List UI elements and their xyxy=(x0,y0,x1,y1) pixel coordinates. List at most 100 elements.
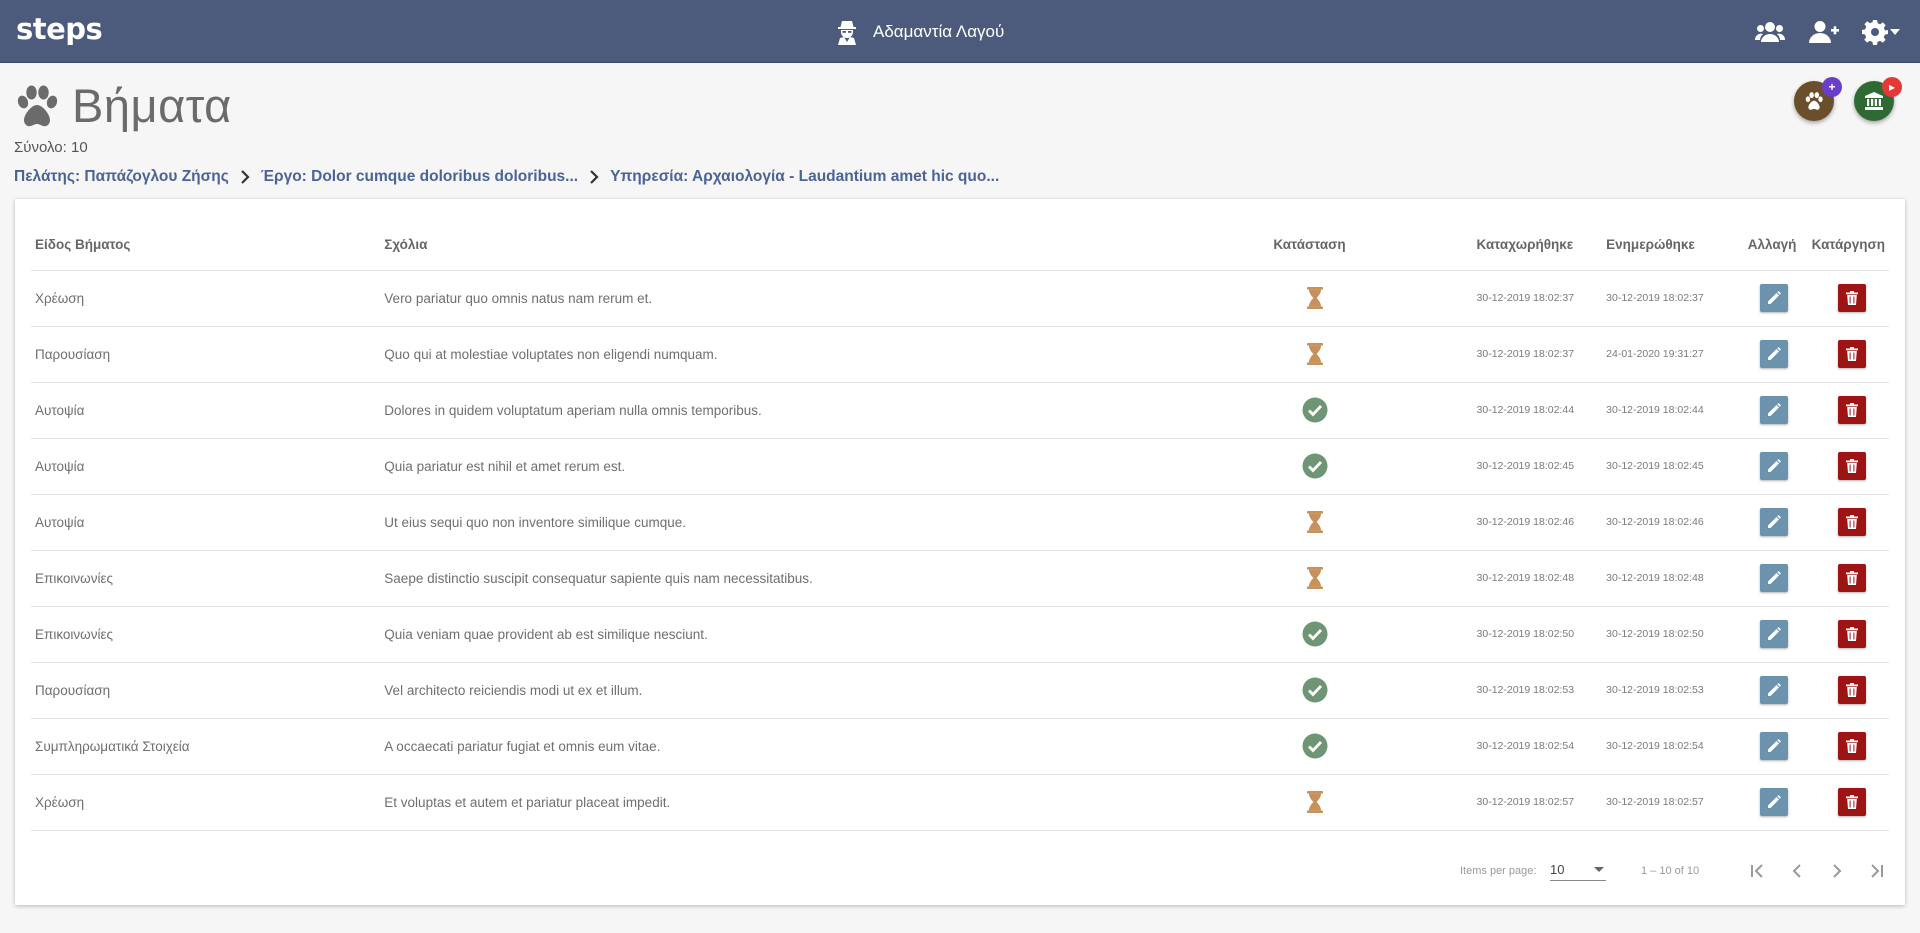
paw-icon xyxy=(17,85,58,126)
steps-table-card: Είδος Βήματος Σχόλια Κατάσταση Καταχωρήθ… xyxy=(15,199,1905,905)
check-circle-icon xyxy=(1302,453,1468,479)
trash-icon xyxy=(1845,795,1859,809)
table-row: Συμπληρωματικά Στοιχεία A occaecati paria… xyxy=(31,718,1889,775)
check-circle-icon xyxy=(1302,621,1468,647)
delete-button[interactable] xyxy=(1837,284,1866,312)
add-step-fab[interactable]: + xyxy=(1794,77,1842,121)
delete-button[interactable] xyxy=(1837,452,1866,480)
step-status xyxy=(1229,662,1473,719)
edit-cell xyxy=(1735,550,1806,607)
users-button[interactable] xyxy=(1754,16,1786,48)
add-user-button[interactable] xyxy=(1808,16,1840,48)
updated-date: 30-12-2019 18:02:53 xyxy=(1602,662,1736,719)
page-size-select[interactable]: 10 xyxy=(1550,859,1606,881)
breadcrumb-service[interactable]: Υπηρεσία: Αρχαιολογία - Laudantium amet … xyxy=(610,168,999,186)
check-circle-icon xyxy=(1302,733,1468,759)
step-comments: Ut eius sequi quo non inventore similiqu… xyxy=(380,494,1230,551)
step-type: Αυτοψία xyxy=(31,382,381,439)
gear-icon xyxy=(1862,20,1888,45)
updated-date: 30-12-2019 18:02:48 xyxy=(1602,550,1736,607)
created-date: 30-12-2019 18:02:37 xyxy=(1472,326,1603,383)
delete-button[interactable] xyxy=(1837,340,1866,368)
next-page-button[interactable] xyxy=(1823,857,1851,885)
page-title-text: Βήματα xyxy=(72,79,232,132)
last-page-button[interactable] xyxy=(1863,857,1891,885)
edit-cell xyxy=(1735,718,1806,775)
pencil-icon xyxy=(1767,795,1781,809)
settings-menu[interactable] xyxy=(1862,19,1900,45)
delete-button[interactable] xyxy=(1837,564,1866,592)
updated-date: 30-12-2019 18:02:50 xyxy=(1602,606,1736,663)
header-created: Καταχωρήθηκε xyxy=(1472,219,1603,271)
delete-button[interactable] xyxy=(1837,620,1866,648)
edit-button[interactable] xyxy=(1759,788,1788,816)
updated-date: 30-12-2019 18:02:57 xyxy=(1602,774,1736,831)
breadcrumb-project[interactable]: Έργο: Dolor cumque doloribus doloribus..… xyxy=(261,168,578,186)
edit-cell xyxy=(1735,382,1806,439)
updated-date: 30-12-2019 18:02:37 xyxy=(1602,270,1736,327)
prev-page-button[interactable] xyxy=(1783,857,1811,885)
delete-button[interactable] xyxy=(1837,676,1866,704)
brand-logo[interactable]: steps xyxy=(16,12,103,46)
user-name: Αδαμαντία Λαγού xyxy=(873,22,1005,41)
step-status xyxy=(1229,326,1473,383)
trash-icon xyxy=(1845,739,1859,753)
hourglass-icon xyxy=(1302,565,1468,591)
updated-date: 30-12-2019 18:02:44 xyxy=(1602,382,1736,439)
delete-button[interactable] xyxy=(1837,788,1866,816)
edit-button[interactable] xyxy=(1759,452,1788,480)
trash-icon xyxy=(1845,403,1859,417)
table-row: Παρουσίαση Vel architecto reiciendis modi… xyxy=(31,662,1889,719)
breadcrumb-client[interactable]: Πελάτης: Παπάζογλου Ζήσης xyxy=(14,168,229,186)
service-fab[interactable]: ▸ xyxy=(1854,77,1902,121)
header-type: Είδος Βήματος xyxy=(31,219,381,271)
table-row: Χρέωση Vero pariatur quo omnis natus nam … xyxy=(31,270,1889,327)
edit-button[interactable] xyxy=(1759,564,1788,592)
delete-cell xyxy=(1805,382,1889,439)
step-comments: Dolores in quidem voluptatum aperiam nul… xyxy=(380,382,1230,439)
delete-cell xyxy=(1805,438,1889,495)
step-type: Χρέωση xyxy=(31,774,381,831)
table-row: Αυτοψία Ut eius sequi quo non inventore s… xyxy=(31,494,1889,551)
table-row: Επικοινωνίες Quia veniam quae provident a… xyxy=(31,606,1889,663)
delete-button[interactable] xyxy=(1837,396,1866,424)
edit-button[interactable] xyxy=(1759,340,1788,368)
step-status xyxy=(1229,718,1473,775)
edit-cell xyxy=(1735,438,1806,495)
top-navbar: steps Αδαμαντία Λαγού xyxy=(0,0,1920,63)
edit-button[interactable] xyxy=(1759,396,1788,424)
step-type: Χρέωση xyxy=(31,270,381,327)
steps-table: Είδος Βήματος Σχόλια Κατάσταση Καταχωρήθ… xyxy=(31,219,1889,831)
edit-button[interactable] xyxy=(1759,676,1788,704)
chevron-right-icon xyxy=(588,170,600,184)
delete-cell xyxy=(1805,718,1889,775)
created-date: 30-12-2019 18:02:44 xyxy=(1472,382,1603,439)
edit-button[interactable] xyxy=(1759,620,1788,648)
edit-button[interactable] xyxy=(1759,508,1788,536)
delete-button[interactable] xyxy=(1837,508,1866,536)
delete-cell xyxy=(1805,606,1889,663)
step-type: Παρουσίαση xyxy=(31,662,381,719)
created-date: 30-12-2019 18:02:37 xyxy=(1472,270,1603,327)
edit-button[interactable] xyxy=(1759,732,1788,760)
edit-button[interactable] xyxy=(1759,284,1788,312)
header-status: Κατάσταση xyxy=(1229,219,1473,271)
page-title: Βήματα xyxy=(14,78,232,133)
step-comments: Vel architecto reiciendis modi ut ex et … xyxy=(380,662,1230,719)
step-type: Παρουσίαση xyxy=(31,326,381,383)
step-status xyxy=(1229,550,1473,607)
institution-icon xyxy=(1865,92,1883,110)
paw-icon xyxy=(1805,92,1823,110)
created-date: 30-12-2019 18:02:54 xyxy=(1472,718,1603,775)
hourglass-icon xyxy=(1302,285,1468,311)
pencil-icon xyxy=(1767,739,1781,753)
total-count: Σύνολο: 10 xyxy=(14,139,88,156)
breadcrumb: Πελάτης: Παπάζογλου Ζήσης Έργο: Dolor cu… xyxy=(14,168,999,186)
first-page-button[interactable] xyxy=(1743,857,1771,885)
trash-icon xyxy=(1845,571,1859,585)
delete-button[interactable] xyxy=(1837,732,1866,760)
chevron-left-icon xyxy=(1792,864,1801,878)
table-row: Αυτοψία Quia pariatur est nihil et amet r… xyxy=(31,438,1889,495)
step-status xyxy=(1229,382,1473,439)
hourglass-icon xyxy=(1302,789,1468,815)
